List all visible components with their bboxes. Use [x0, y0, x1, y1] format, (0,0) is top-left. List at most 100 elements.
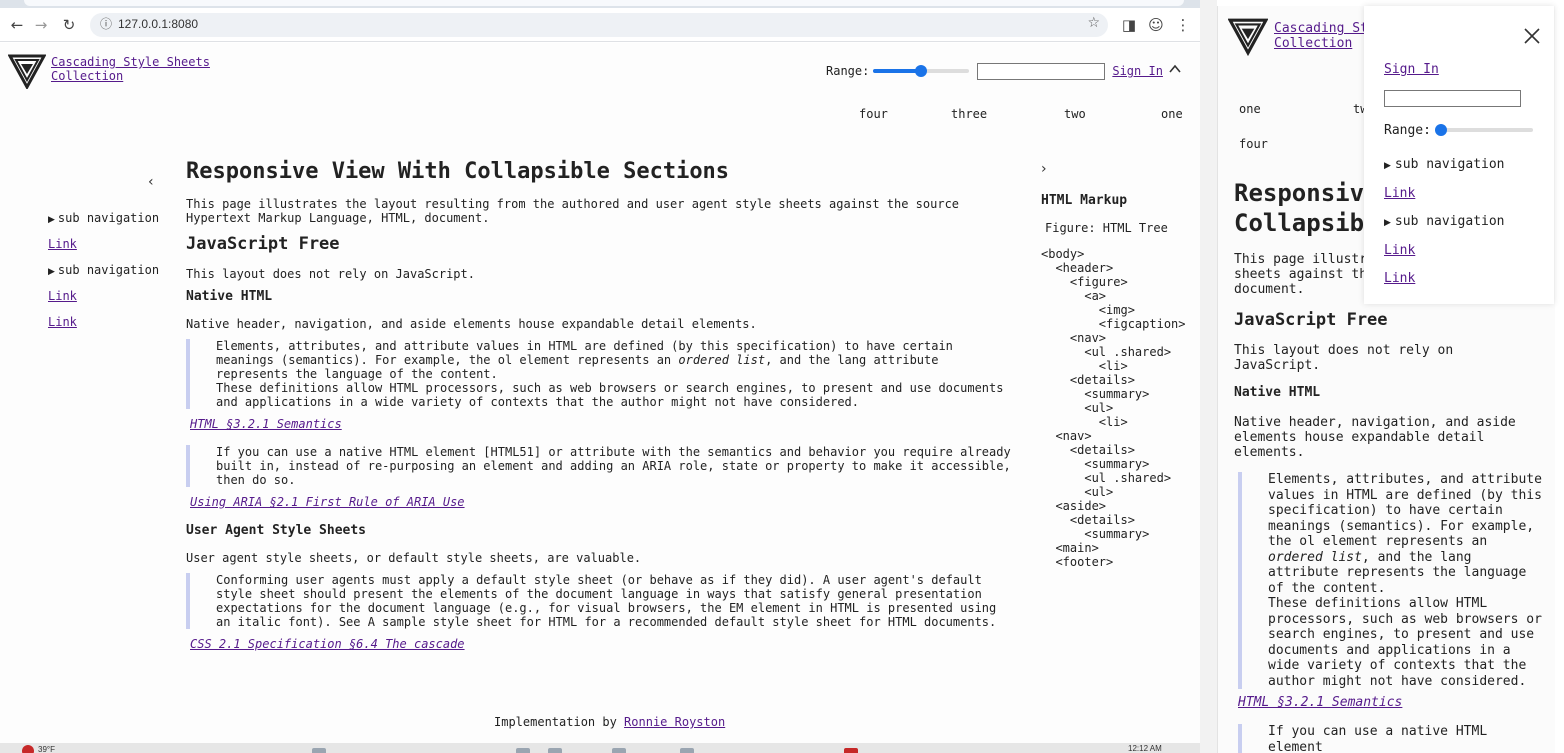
mobile-js-paragraph: This layout does not rely on JavaScript.	[1234, 343, 1454, 373]
nav-item-three[interactable]: three	[951, 107, 987, 121]
sidebar-collapse-chevron-left-icon[interactable]: ‹	[148, 174, 154, 190]
drawer-link-1[interactable]: Link	[1384, 186, 1415, 201]
mobile-brand-link[interactable]: Cascading Sty Collection	[1274, 21, 1376, 51]
tree-node: <details>	[1041, 513, 1135, 527]
tree-node: <summary>	[1041, 527, 1150, 541]
active-tab[interactable]	[24, 0, 1184, 6]
site-brand-link[interactable]: Cascading Style Sheets Collection	[51, 55, 210, 83]
main-article: Responsive View With Collapsible Section…	[186, 159, 1016, 665]
mobile-cite-semantics-link[interactable]: HTML §3.2.1 Semantics	[1238, 695, 1546, 710]
html-tree: <body> <header> <figure> <a> <img> <figc…	[1041, 247, 1186, 569]
range-thumb[interactable]	[915, 65, 928, 77]
drawer-sign-in-link[interactable]: Sign In	[1384, 62, 1439, 77]
js-paragraph: This layout does not rely on JavaScript.	[186, 267, 475, 281]
tree-node: <body>	[1041, 247, 1085, 261]
cite-css-cascade-link[interactable]: CSS 2.1 Specification §6.4 The cascade	[190, 637, 1016, 651]
nav-item-two[interactable]: two	[1064, 107, 1086, 121]
reload-icon[interactable]: ↻	[58, 14, 80, 36]
drawer-summary-1[interactable]: ▶ sub navigation	[1384, 157, 1505, 172]
cite-aria-link[interactable]: Using ARIA §2.1 First Rule of ARIA Use	[190, 495, 1016, 509]
site-info-icon[interactable]: ⓘ	[98, 16, 114, 32]
mobile-brand-line2: Collection	[1274, 36, 1353, 51]
drawer-range-track	[1434, 128, 1533, 132]
browser-toolbar: ← → ↻ ⓘ 127.0.0.1:8080 ☆ ◨ ☺ ⋮	[0, 8, 1200, 42]
url-text[interactable]: 127.0.0.1:8080	[118, 17, 198, 31]
quote-emphasis: ordered list	[1268, 549, 1362, 565]
address-bar[interactable]: ⓘ 127.0.0.1:8080 ☆	[90, 13, 1108, 37]
drawer-summary-label: sub navigation	[1394, 157, 1505, 172]
tree-node: <ul .shared>	[1041, 471, 1172, 485]
header-text-input[interactable]	[977, 62, 1106, 80]
range-label: Range:	[826, 64, 870, 78]
close-icon[interactable]	[1522, 26, 1542, 46]
tree-node: <ul>	[1041, 485, 1114, 499]
tree-node: <footer>	[1041, 555, 1114, 569]
tree-node: <li>	[1041, 359, 1128, 373]
sidebar-summary-1[interactable]: ▶ sub navigation	[48, 211, 159, 225]
taskbar-app-icon[interactable]	[612, 748, 626, 753]
bookmark-star-icon[interactable]: ☆	[1087, 15, 1100, 31]
heading-user-agent: User Agent Style Sheets	[186, 523, 367, 538]
aside-panel: HTML Markup Figure: HTML Tree <body> <he…	[1041, 193, 1186, 569]
mobile-nav-item-four[interactable]: four	[1239, 137, 1268, 151]
sidebar-summary-2[interactable]: ▶ sub navigation	[48, 263, 159, 277]
quote-semantics-text: Elements, attributes, and attribute valu…	[216, 339, 1016, 381]
os-taskbar: 39°F 12:12 AM	[0, 743, 1200, 753]
taskbar-app-icon[interactable]	[548, 748, 562, 753]
drawer-summary-2[interactable]: ▶ sub navigation	[1384, 214, 1505, 229]
browser-menu-icon[interactable]: ⋮	[1172, 14, 1194, 36]
taskbar-clock: 12:12 AM	[1128, 744, 1162, 753]
aside-expand-chevron-right-icon[interactable]: ›	[1041, 161, 1047, 177]
brand-line1: Cascading Style Sheets	[51, 55, 210, 69]
drawer-link-3[interactable]: Link	[1384, 271, 1415, 286]
weather-temp: 39°F	[38, 745, 55, 753]
mobile-title-line1: Responsive	[1234, 179, 1379, 207]
mobile-heading-js: JavaScript Free	[1234, 310, 1388, 330]
taskbar-app-icon[interactable]	[312, 748, 326, 753]
drawer-range-thumb[interactable]	[1434, 124, 1447, 136]
tree-node: <details>	[1041, 373, 1135, 387]
forward-icon[interactable]: →	[30, 14, 52, 36]
intro-paragraph: This page illustrates the layout resulti…	[186, 197, 960, 225]
tree-node: <summary>	[1041, 457, 1150, 471]
quote-aria: If you can use a native HTML element [HT…	[186, 445, 1016, 487]
nav-item-four[interactable]: four	[859, 107, 888, 121]
collapse-chevron-up-icon[interactable]	[1168, 62, 1182, 76]
drawer-link-2[interactable]: Link	[1384, 243, 1415, 258]
tree-node: <summary>	[1041, 387, 1150, 401]
mobile-nav-item-one[interactable]: one	[1239, 102, 1261, 116]
drawer-summary-label: sub navigation	[1394, 214, 1505, 229]
cite-html-semantics-link[interactable]: HTML §3.2.1 Semantics	[190, 417, 1016, 431]
drawer-range-slider[interactable]	[1434, 122, 1533, 138]
taskbar-app-icon[interactable]	[516, 748, 530, 753]
taskbar-app-icon[interactable]	[680, 748, 694, 753]
footer-author-link[interactable]: Ronnie Royston	[624, 715, 725, 729]
mobile-title-line2: Collapsibl	[1234, 209, 1379, 237]
drawer-text-input[interactable]	[1384, 90, 1521, 107]
sidebar-summary-label: sub navigation	[57, 211, 160, 225]
back-icon[interactable]: ←	[6, 14, 28, 36]
tab-strip	[0, 0, 1200, 8]
header-controls: Range: Sign In	[826, 62, 1163, 80]
nav-item-one[interactable]: one	[1161, 107, 1183, 121]
sidebar-link-1[interactable]: Link	[48, 237, 77, 251]
range-fill	[873, 69, 922, 73]
side-panel-icon[interactable]: ◨	[1118, 14, 1140, 36]
mobile-native-paragraph: Native header, navigation, and aside ele…	[1234, 415, 1516, 460]
range-slider[interactable]	[873, 63, 970, 79]
sidebar-link-2[interactable]: Link	[48, 289, 77, 303]
tree-node: <li>	[1041, 415, 1128, 429]
mobile-quote-text-2: These definitions allow HTML processors,…	[1268, 596, 1542, 689]
tree-node: <figcaption>	[1041, 317, 1186, 331]
brand-line2: Collection	[51, 69, 124, 83]
tree-node: <nav>	[1041, 429, 1092, 443]
profile-avatar-icon[interactable]: ☺	[1145, 14, 1167, 36]
taskbar-app-icon[interactable]	[844, 748, 858, 753]
disclosure-triangle-icon: ▶	[1384, 161, 1391, 171]
logo-icon[interactable]	[8, 53, 46, 89]
sidebar-link-3[interactable]: Link	[48, 315, 77, 329]
mobile-logo-icon[interactable]	[1228, 16, 1268, 56]
weather-icon[interactable]	[22, 745, 34, 753]
sign-in-link[interactable]: Sign In	[1112, 64, 1163, 78]
disclosure-triangle-icon: ▶	[48, 215, 55, 225]
